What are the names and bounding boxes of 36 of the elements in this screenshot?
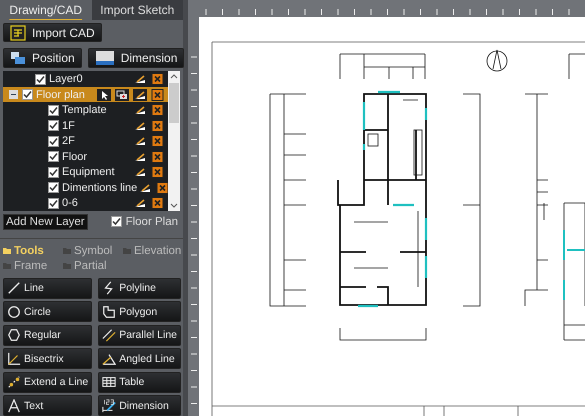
layer-name: Layer0 xyxy=(49,73,84,86)
layer-name: 2F xyxy=(62,135,76,148)
tool-button[interactable]: Circle xyxy=(3,301,92,322)
tool-button[interactable]: Text xyxy=(3,395,92,416)
layer-name: Floor xyxy=(62,150,88,163)
tool-button[interactable]: Bisectrix xyxy=(3,348,92,369)
tab[interactable]: Import Sketch xyxy=(92,0,183,20)
dimension-button[interactable]: Dimension xyxy=(88,48,184,68)
tool-button[interactable]: Line xyxy=(3,278,92,298)
add-layer-button[interactable]: Add New Layer xyxy=(3,214,88,230)
checkbox-label: Floor Plan xyxy=(126,216,178,228)
layer-name: 0-6 xyxy=(62,197,79,210)
layer-name: Floor plan xyxy=(36,88,86,101)
layer-row[interactable]: 0-6 xyxy=(3,195,168,211)
layer-row[interactable]: Dimentions line xyxy=(3,180,168,196)
category-tab[interactable]: Tools xyxy=(3,244,63,256)
import-cad-button[interactable]: Import CAD xyxy=(3,23,102,42)
tool-button[interactable]: Parallel Line xyxy=(98,324,182,346)
tool-button[interactable]: Angled Line xyxy=(98,348,182,369)
layer-row[interactable]: Floor xyxy=(3,148,168,164)
position-button[interactable]: Position xyxy=(3,48,82,68)
tool-button[interactable]: Dimension xyxy=(98,395,182,416)
layer-row[interactable]: 1F xyxy=(3,118,168,134)
tool-button[interactable]: Polyline xyxy=(98,278,182,298)
layer-name: 1F xyxy=(62,120,76,132)
tool-button[interactable]: Regular xyxy=(3,324,92,346)
layer-row[interactable]: Equipment xyxy=(3,164,168,180)
layer-row[interactable]: Layer0 xyxy=(3,71,168,87)
layer-name: Equipment xyxy=(62,166,116,178)
tool-button[interactable]: Polygon xyxy=(98,301,182,322)
tool-button[interactable]: Extend a Line xyxy=(3,372,92,392)
tool-button[interactable]: Table xyxy=(98,372,182,392)
layer-row[interactable]: 2F xyxy=(3,133,168,149)
layer-name: Dimentions line xyxy=(62,182,138,194)
layer-row[interactable]: Template xyxy=(3,102,168,118)
layer-name: Template xyxy=(62,104,108,116)
